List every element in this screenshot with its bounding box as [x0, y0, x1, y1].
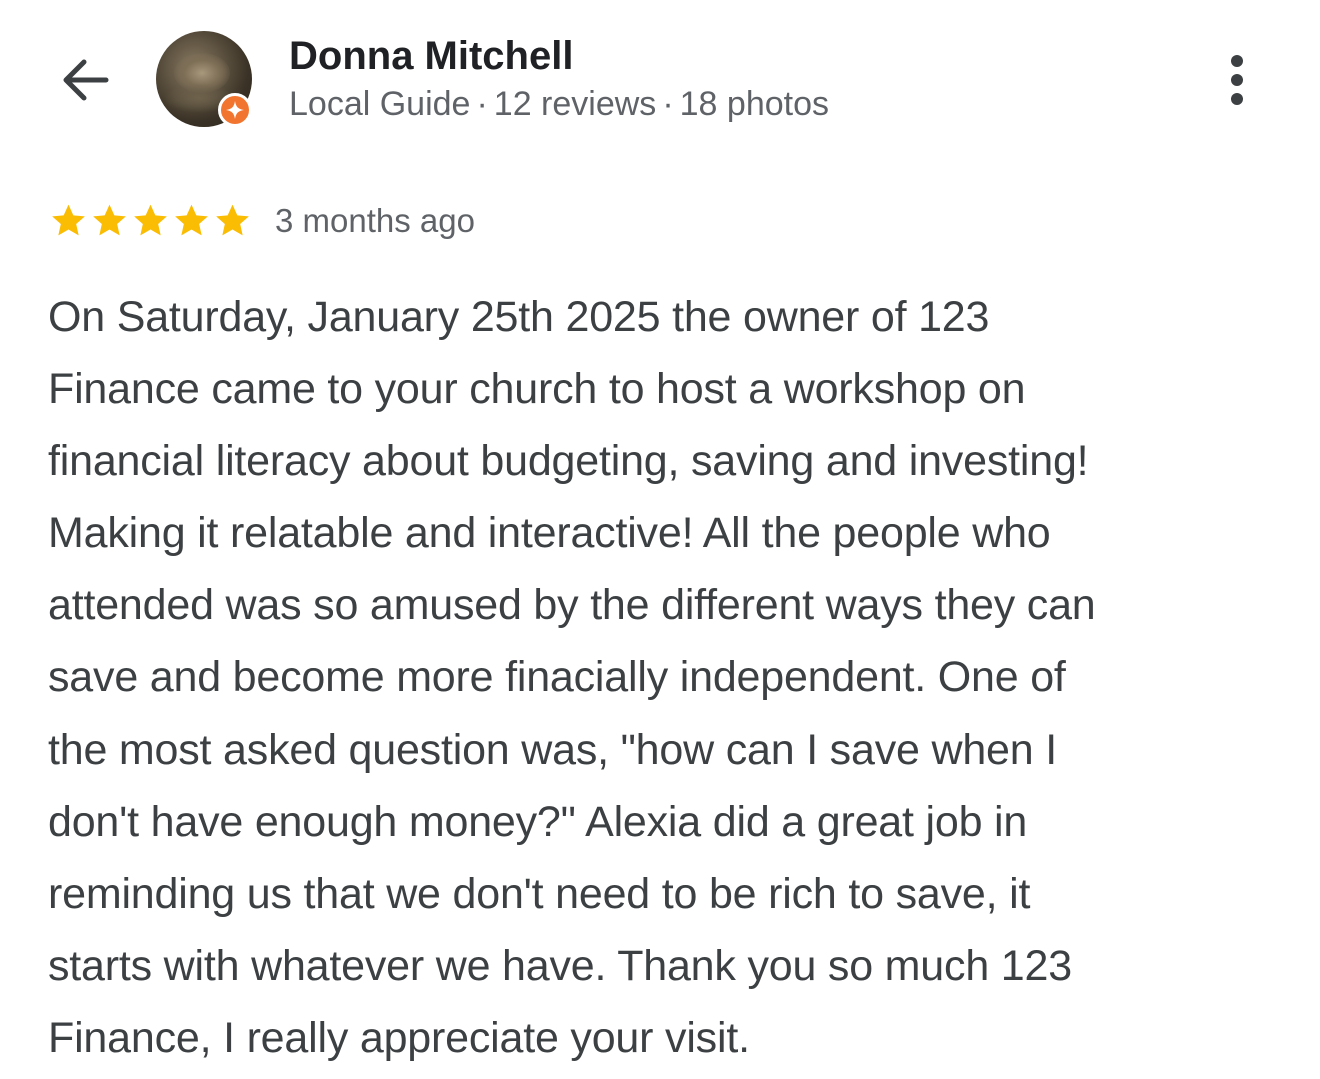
local-guide-badge-icon [218, 93, 252, 127]
star-icon [134, 204, 167, 236]
star-rating [48, 201, 253, 241]
reviewer-meta: Local Guide · 12 reviews · 18 photos [289, 84, 829, 124]
review-text-line: starts with whatever we have. Thank you … [48, 941, 1072, 990]
back-button[interactable] [50, 46, 118, 114]
review-text-line: save and become more finacially independ… [48, 653, 1066, 702]
review-header: Donna Mitchell Local Guide · 12 reviews · 18… [0, 0, 1320, 150]
review-text-line: reminding us that we don't need to be ri… [48, 869, 1031, 918]
rating-row: 3 months ago [48, 200, 475, 242]
review-text-line: Finance came to your church to host a wo… [48, 365, 1026, 414]
review-text-line: the most asked question was, "how can I … [48, 725, 1057, 774]
reviewer-level: Local Guide [289, 85, 471, 123]
review-time: 3 months ago [275, 202, 475, 239]
arrow-back-icon [63, 59, 109, 101]
review-text-line: don't have enough money?" Alexia did a g… [48, 797, 1028, 846]
star-icon [93, 204, 126, 236]
more-vert-icon [1231, 93, 1243, 105]
reviewer-name[interactable]: Donna Mitchell [289, 34, 573, 78]
photos-count: 18 photos [679, 85, 829, 123]
review-text: On Saturday, January 25th 2025 the owner… [48, 281, 1278, 1074]
more-options-button[interactable] [1210, 48, 1264, 112]
star-icon [175, 204, 208, 236]
review-text-line: Making it relatable and interactive! All… [48, 509, 1051, 558]
review-text-line: Finance, I really appreciate your visit. [48, 1013, 750, 1062]
review-text-line: On Saturday, January 25th 2025 the owner… [48, 293, 990, 341]
separator-dot: · [476, 85, 488, 123]
separator-dot: · [662, 85, 674, 123]
star-icon [216, 204, 249, 236]
review-text-line: attended was so amused by the different … [48, 581, 1096, 630]
star-icon [52, 204, 85, 236]
more-vert-icon [1231, 74, 1243, 86]
more-vert-icon [1231, 55, 1243, 67]
review-text-line: financial literacy about budgeting, savi… [48, 437, 1089, 486]
reviews-count: 12 reviews [493, 85, 657, 123]
reviewer-avatar-wrap[interactable] [156, 31, 252, 127]
